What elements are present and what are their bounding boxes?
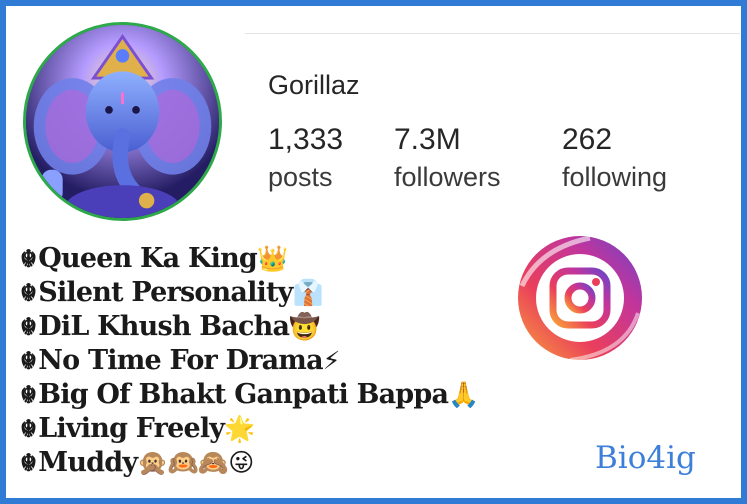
profile-avatar[interactable] — [23, 22, 222, 221]
folded-hands-emoji-icon: 🙏 — [448, 380, 479, 409]
bio-line: ☬DiL Khush Bacha🤠 — [20, 310, 520, 344]
khanda-icon: ☬ — [20, 278, 37, 307]
bio-line-text: Living Freely — [38, 413, 225, 444]
following-label: following — [562, 162, 668, 192]
monkeys-wink-emoji-icon: 🙊🙉🙈😜 — [137, 448, 254, 477]
bio-line-text: No Time For Drama — [38, 345, 323, 376]
bio-line-text: Big Of Bhakt Ganpati Bappa — [38, 379, 449, 410]
cowboy-emoji-icon: 🤠 — [289, 312, 320, 341]
bio-line: ☬No Time For Drama⚡ — [20, 344, 520, 378]
khanda-icon: ☬ — [20, 312, 37, 341]
khanda-icon: ☬ — [20, 380, 37, 409]
khanda-icon: ☬ — [20, 346, 37, 375]
bio-line: ☬Silent Personality👔 — [20, 276, 520, 310]
crown-emoji-icon: 👑 — [257, 244, 288, 273]
profile-username: Gorillaz — [268, 70, 360, 100]
posts-count: 1,333 — [268, 123, 344, 156]
bio-line-text: Queen Ka King — [38, 243, 258, 274]
bio-line: ☬Living Freely🌟 — [20, 412, 520, 446]
bio-line-text: Silent Personality — [38, 277, 293, 308]
divider — [245, 33, 740, 34]
bio-line: ☬Big Of Bhakt Ganpati Bappa🙏 — [20, 378, 520, 412]
following-count: 262 — [562, 123, 613, 156]
bio-line: ☬Queen Ka King👑 — [20, 242, 520, 276]
lightning-emoji-icon: ⚡ — [322, 346, 341, 375]
ganesha-avatar-icon — [26, 25, 219, 218]
watermark-text: Bio4ig — [595, 440, 696, 476]
profile-bio: ☬Queen Ka King👑 ☬Silent Personality👔 ☬Di… — [20, 242, 520, 480]
instagram-logo — [510, 228, 650, 368]
posts-stat[interactable]: 1,333 posts — [268, 123, 343, 194]
khanda-icon: ☬ — [20, 244, 37, 273]
followers-stat[interactable]: 7.3M followers — [394, 123, 501, 194]
posts-label: posts — [268, 162, 333, 192]
khanda-icon: ☬ — [20, 414, 37, 443]
followers-label: followers — [394, 162, 501, 192]
instagram-icon — [518, 235, 642, 362]
necktie-shirt-emoji-icon: 👔 — [292, 278, 324, 307]
followers-count: 7.3M — [394, 123, 461, 156]
glowing-star-emoji-icon: 🌟 — [224, 414, 255, 443]
khanda-icon: ☬ — [20, 448, 37, 477]
bio-line: ☬Muddy🙊🙉🙈😜 — [20, 446, 520, 480]
bio-line-text: Muddy — [38, 447, 138, 478]
following-stat[interactable]: 262 following — [562, 123, 667, 194]
bio-line-text: DiL Khush Bacha — [38, 311, 290, 342]
